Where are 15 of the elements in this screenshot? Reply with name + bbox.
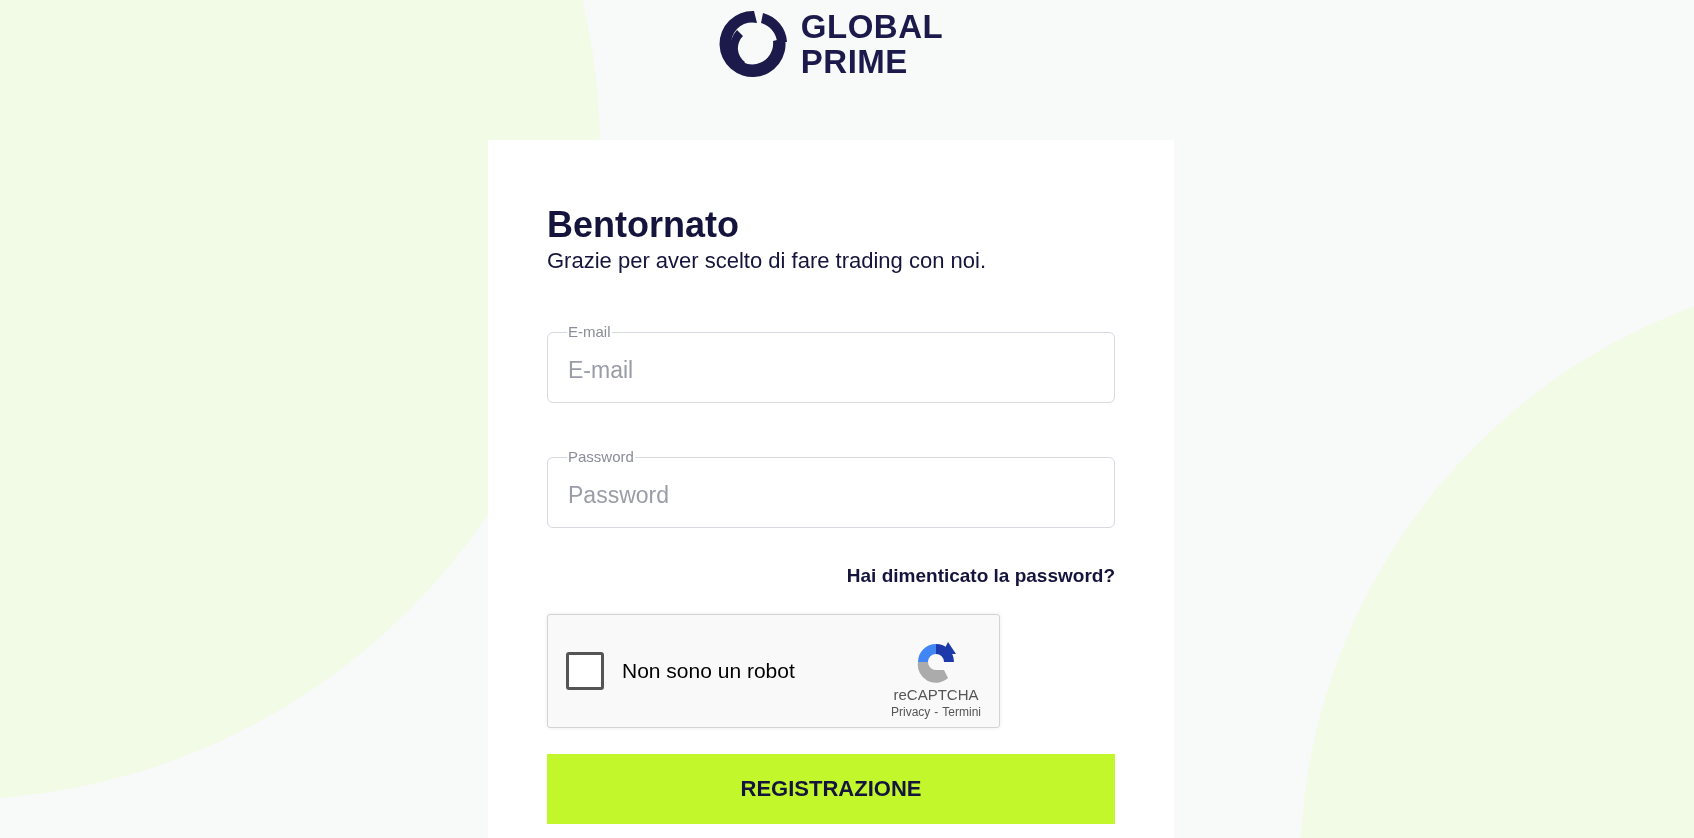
- title: Bentornato: [547, 204, 739, 246]
- terms-link[interactable]: Termini: [942, 704, 981, 719]
- logo-text: PRIME: [800, 44, 909, 79]
- captcha-label: Non sono un robot: [622, 659, 796, 683]
- field-label: E-mail: [567, 323, 612, 340]
- captcha-checkbox[interactable]: [566, 652, 604, 690]
- submit-button[interactable]: REGISTRAZIONE: [547, 754, 1115, 824]
- forgot-password-link[interactable]: Hai dimenticato la password?: [846, 565, 1115, 587]
- privacy-link[interactable]: Privacy: [891, 704, 931, 719]
- field-label: Password: [567, 448, 635, 465]
- separator: -: [934, 704, 939, 719]
- captcha-brand: reCAPTCHA: [893, 685, 979, 703]
- ring-logo-icon: [718, 8, 789, 80]
- logo-text: GLOBAL: [800, 9, 944, 44]
- subtitle: Grazie per aver scelto di fare trading con noi.: [547, 248, 986, 274]
